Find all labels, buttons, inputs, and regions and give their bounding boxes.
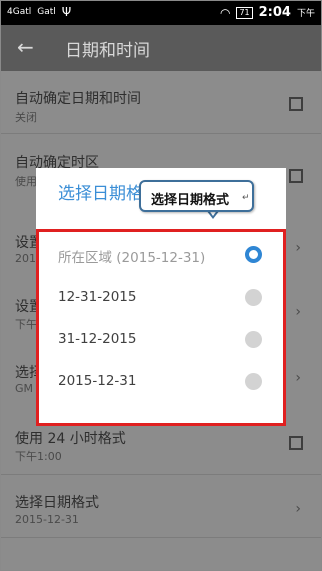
auto-timezone-checkbox[interactable] — [289, 169, 303, 183]
app-bar: ← 日期和时间 — [1, 25, 321, 71]
setting-auto-datetime[interactable]: 自动确定日期和时间 关闭 — [1, 71, 321, 133]
24-hour-checkbox[interactable] — [289, 436, 303, 450]
setting-subtitle: 201 — [15, 252, 36, 265]
setting-subtitle: GM — [15, 382, 34, 395]
auto-datetime-checkbox[interactable] — [289, 97, 303, 111]
usb-icon: Ψ — [61, 5, 72, 19]
setting-title: 选择日期格式 — [15, 495, 99, 511]
clock-ampm: 下午 — [296, 9, 315, 19]
status-right: ◠ 71 2:04 下午 — [220, 5, 315, 20]
setting-subtitle: 2015-12-31 — [15, 513, 79, 526]
signal-indicator-1: 4Gatl — [7, 7, 32, 17]
divider — [1, 537, 321, 538]
battery-indicator: 71 — [236, 6, 253, 19]
status-left: 4Gatl Gatl Ψ — [7, 5, 72, 19]
callout-label: 选择日期格式 ↵ — [139, 180, 254, 212]
setting-title: 使用 24 小时格式 — [15, 431, 126, 447]
setting-date-format[interactable]: 选择日期格式 2015-12-31 › — [1, 475, 321, 537]
setting-subtitle: 下午1:00 — [15, 450, 62, 463]
page-title: 日期和时间 — [65, 41, 150, 61]
setting-title: 自动确定日期和时间 — [15, 91, 141, 107]
return-mark-icon: ↵ — [242, 193, 250, 203]
setting-subtitle: 使用 — [15, 175, 37, 188]
wifi-icon: ◠ — [219, 5, 231, 20]
chevron-right-icon: › — [295, 370, 301, 386]
callout-text: 选择日期格式 — [151, 193, 230, 208]
clock: 2:04 — [258, 5, 291, 20]
chevron-right-icon: › — [295, 304, 301, 320]
setting-subtitle: 关闭 — [15, 111, 37, 124]
signal-indicator-2: Gatl — [37, 7, 56, 17]
dialog-title: 选择日期格 — [58, 184, 143, 204]
status-bar: 4Gatl Gatl Ψ ◠ 71 2:04 下午 — [1, 1, 321, 25]
chevron-right-icon: › — [295, 501, 301, 517]
arrow-left-icon[interactable]: ← — [17, 35, 34, 59]
highlight-box — [36, 229, 286, 426]
setting-subtitle: 下午 — [15, 318, 37, 331]
chevron-right-icon: › — [295, 240, 301, 256]
